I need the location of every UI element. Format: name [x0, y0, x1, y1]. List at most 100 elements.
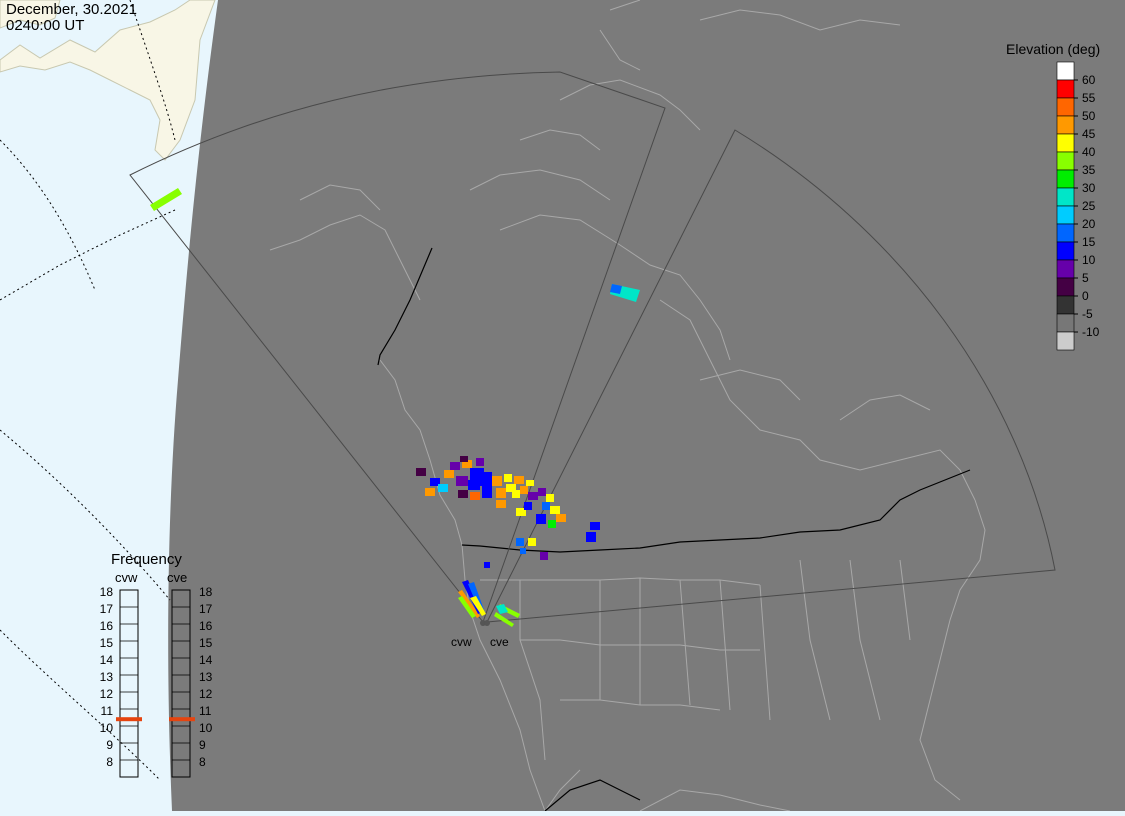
- backscatter-cell: [586, 532, 596, 542]
- frequency-title: Frequency: [111, 551, 182, 568]
- frequency-tick-left: 15: [100, 636, 114, 650]
- frequency-tick-right: 12: [199, 687, 213, 701]
- frequency-tick-left: 8: [106, 755, 113, 769]
- legend-tick-label: 15: [1082, 235, 1096, 249]
- frequency-tick-right: 17: [199, 602, 213, 616]
- frequency-tick-right: 16: [199, 619, 213, 633]
- backscatter-cell: [548, 520, 556, 528]
- backscatter-cell: [540, 552, 548, 560]
- legend-swatch: [1056, 151, 1075, 171]
- backscatter-cell: [416, 468, 426, 476]
- map-canvas: cvw cve Elevation (deg) 60 55 50 45 40 35 30 25…: [0, 0, 1125, 812]
- frequency-tick-right: 10: [199, 721, 213, 735]
- legend-swatch: [1056, 133, 1075, 153]
- legend-tick-label: -5: [1082, 307, 1093, 321]
- frequency-tick-left: 13: [100, 670, 114, 684]
- cve-site-marker: [484, 620, 490, 626]
- frequency-tick-left: 10: [100, 721, 114, 735]
- backscatter-cell: [438, 484, 448, 492]
- cve-frequency-label: cve: [167, 570, 187, 585]
- time-label: 0240:00 UT: [6, 17, 85, 34]
- legend-swatch: [1056, 259, 1075, 279]
- frequency-tick-left: 9: [106, 738, 113, 752]
- cvw-site-label: cvw: [451, 635, 472, 649]
- backscatter-cell: [520, 548, 526, 554]
- backscatter-cell: [496, 488, 506, 498]
- frequency-tick-right: 15: [199, 636, 213, 650]
- backscatter-cell: [536, 514, 546, 524]
- backscatter-cell: [458, 490, 468, 498]
- frequency-tick-left: 11: [101, 704, 114, 718]
- backscatter-cell: [480, 472, 492, 486]
- backscatter-cell: [484, 562, 490, 568]
- backscatter-cell: [550, 506, 560, 514]
- cvw-frequency-label: cvw: [115, 570, 138, 585]
- legend-tick-label: 45: [1082, 127, 1096, 141]
- cvw-frequency-marker: [116, 717, 142, 722]
- legend-swatch: [1056, 97, 1075, 117]
- backscatter-cell: [590, 522, 600, 530]
- backscatter-cell: [456, 476, 468, 486]
- legend-swatch: [1056, 61, 1075, 81]
- legend-tick-label: 60: [1082, 73, 1096, 87]
- backscatter-cell: [476, 458, 484, 466]
- frequency-tick-right: 14: [199, 653, 213, 667]
- date-label: December, 30.2021: [6, 1, 137, 18]
- backscatter-cell: [468, 480, 480, 490]
- frequency-tick-left: 14: [100, 653, 114, 667]
- elevation-legend-title: Elevation (deg): [1006, 41, 1100, 57]
- legend-tick-label: 55: [1082, 91, 1096, 105]
- legend-swatch: [1056, 331, 1075, 351]
- frequency-tick-right: 11: [199, 704, 212, 718]
- legend-tick-label: 35: [1082, 163, 1096, 177]
- legend-swatch: [1056, 223, 1075, 243]
- frequency-tick-right: 18: [199, 585, 213, 599]
- frequency-tick-left: 18: [100, 585, 114, 599]
- cve-frequency-marker: [169, 717, 195, 722]
- backscatter-cell: [482, 486, 492, 498]
- frequency-tick-right: 8: [199, 755, 206, 769]
- legend-tick-label: 5: [1082, 271, 1089, 285]
- legend-swatch: [1056, 187, 1075, 207]
- backscatter-cell: [526, 480, 534, 486]
- backscatter-cell: [450, 462, 460, 470]
- backscatter-cell: [444, 470, 454, 478]
- legend-swatch: [1056, 115, 1075, 135]
- legend-tick-label: 50: [1082, 109, 1096, 123]
- backscatter-cell: [512, 490, 520, 498]
- frequency-tick-right: 13: [199, 670, 213, 684]
- backscatter-cell: [516, 538, 524, 546]
- legend-tick-label: 0: [1082, 289, 1089, 303]
- backscatter-cell: [425, 488, 435, 496]
- legend-swatches: [1056, 61, 1075, 351]
- backscatter-cell: [546, 494, 554, 502]
- legend-tick-label: 10: [1082, 253, 1096, 267]
- backscatter-cell: [504, 474, 512, 482]
- backscatter-cell: [542, 502, 550, 510]
- cve-site-label: cve: [490, 635, 509, 649]
- backscatter-cell: [524, 502, 532, 510]
- backscatter-cell: [556, 514, 566, 522]
- frequency-tick-left: 12: [100, 687, 114, 701]
- backscatter-cell: [528, 538, 536, 546]
- map-svg: cvw cve Elevation (deg) 6055504540353025…: [0, 0, 1125, 812]
- backscatter-cell: [470, 492, 480, 500]
- legend-tick-label: -10: [1082, 325, 1100, 339]
- legend-swatch: [1056, 313, 1075, 333]
- frequency-tick-left: 16: [100, 619, 114, 633]
- backscatter-cell: [492, 476, 502, 486]
- backscatter-cell: [538, 488, 546, 496]
- backscatter-cell: [496, 500, 506, 508]
- legend-tick-label: 25: [1082, 199, 1096, 213]
- backscatter-cell: [460, 456, 468, 462]
- legend-tick-label: 40: [1082, 145, 1096, 159]
- frequency-tick-right: 9: [199, 738, 206, 752]
- backscatter-cell: [520, 486, 528, 494]
- backscatter-cell: [528, 492, 538, 500]
- legend-swatch: [1056, 241, 1075, 261]
- legend-swatch: [1056, 295, 1075, 315]
- legend-tick-label: 30: [1082, 181, 1096, 195]
- frequency-tick-left: 17: [100, 602, 114, 616]
- legend-swatch: [1056, 79, 1075, 99]
- legend-swatch: [1056, 169, 1075, 189]
